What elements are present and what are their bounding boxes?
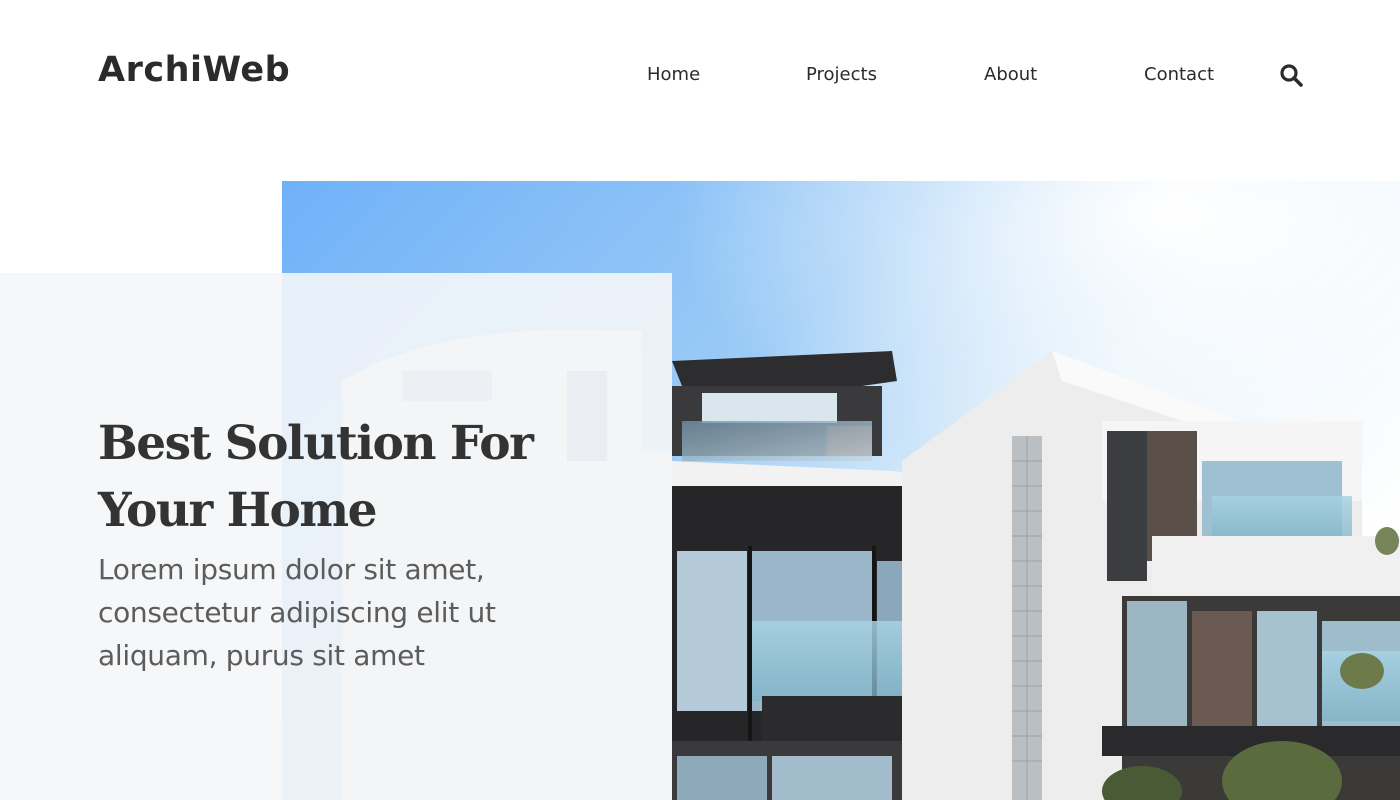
search-icon xyxy=(1280,64,1303,87)
search-button[interactable] xyxy=(1277,61,1305,89)
nav-link-contact[interactable]: Contact xyxy=(1144,62,1214,88)
nav-link-about[interactable]: About xyxy=(984,62,1037,88)
nav-link-home[interactable]: Home xyxy=(647,62,700,88)
hero-title: Best Solution For Your Home xyxy=(98,416,534,538)
landing-page: ArchiWeb Home Projects About Contact Bes… xyxy=(0,0,1400,800)
site-logo[interactable]: ArchiWeb xyxy=(98,48,290,92)
nav-link-projects[interactable]: Projects xyxy=(806,62,877,88)
hero-subtitle: Lorem ipsum dolor sit amet, consectetur … xyxy=(98,553,496,672)
